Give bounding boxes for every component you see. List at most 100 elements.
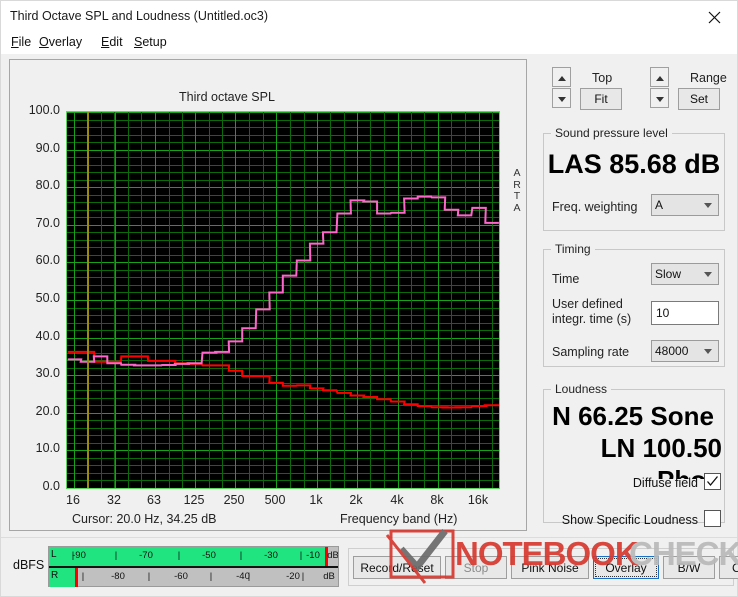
- settings-panel: Top Fit Range Set Sound pressure level L…: [534, 59, 732, 531]
- x-axis-title: Frequency band (Hz): [340, 512, 458, 526]
- meter-tick: -60: [174, 571, 188, 582]
- y-tick-label: 80.0: [35, 178, 60, 192]
- title-bar: Third Octave SPL and Loudness (Untitled.…: [1, 1, 737, 34]
- loudness-phon-value: LN 100.50: [600, 433, 722, 463]
- x-tick-label: 2k: [349, 493, 363, 507]
- toolbar-button-record-reset[interactable]: Record/Reset: [353, 556, 441, 579]
- range-label: Range: [690, 71, 727, 85]
- y-tick-label: 20.0: [35, 404, 60, 418]
- bottom-bar: dBFS L | -90 -70 -50 -30 -10 dB | | | | R -80 -60 -4…: [1, 537, 738, 595]
- series-current-line: [67, 195, 499, 367]
- top-spinner-up[interactable]: [552, 67, 571, 87]
- cursor-readout: Cursor: 20.0 Hz, 34.25 dB: [72, 512, 217, 526]
- meter-tick-sep: |: [114, 550, 118, 561]
- toolbar-button-copy[interactable]: Copy: [719, 556, 738, 579]
- integr-time-label-1: User defined: [552, 297, 623, 311]
- time-combo[interactable]: Slow: [651, 263, 719, 285]
- transport-toolbar: Record/ResetStopPink NoiseOverlayB/WCopy: [348, 548, 738, 586]
- sampling-rate-combo[interactable]: 48000: [651, 340, 719, 362]
- left-channel-label: L: [51, 549, 57, 560]
- time-select[interactable]: Slow: [651, 263, 719, 285]
- spl-plot-area[interactable]: [66, 111, 500, 489]
- chart-title: Third octave SPL: [179, 90, 275, 104]
- spl-value: LAS 85.68 dB: [547, 149, 721, 179]
- top-spinner[interactable]: [552, 67, 571, 109]
- range-spinner[interactable]: [650, 67, 669, 109]
- meter-tick-sep: |: [209, 571, 213, 582]
- meter-tick-sep: |: [147, 571, 151, 582]
- toolbar-button-pink-noise[interactable]: Pink Noise: [511, 556, 589, 579]
- dbfs-label: dBFS: [13, 558, 45, 572]
- meter-tick-sep: |: [177, 550, 181, 561]
- y-tick-label: 10.0: [35, 441, 60, 455]
- menu-item-edit[interactable]: Edit: [101, 35, 123, 49]
- y-tick-label: 0.0: [42, 479, 60, 493]
- loudness-group-title: Loudness: [551, 382, 612, 396]
- series-overlay-line: [67, 350, 499, 409]
- level-meter: L | -90 -70 -50 -30 -10 dB | | | | R -80 -60 -40 -20 d…: [48, 546, 339, 587]
- y-tick-label: 40.0: [35, 329, 60, 343]
- integr-time-input[interactable]: [651, 301, 719, 325]
- spl-group: [543, 133, 725, 231]
- meter-tick-sep: |: [299, 550, 303, 561]
- meter-tick: -90: [72, 550, 86, 561]
- meter-tick-sep: |: [81, 571, 85, 582]
- top-label: Top: [592, 71, 613, 85]
- toolbar-button-b-w[interactable]: B/W: [663, 556, 715, 579]
- x-tick-label: 63: [147, 493, 161, 507]
- menu-item-file[interactable]: File: [11, 35, 31, 49]
- range-spinner-down[interactable]: [650, 88, 669, 108]
- cursor-line: [87, 112, 89, 488]
- range-spinner-up[interactable]: [650, 67, 669, 87]
- level-meter-left: L | -90 -70 -50 -30 -10 dB | | | |: [49, 547, 338, 566]
- x-tick-label: 125: [183, 493, 205, 507]
- x-tick-label: 1k: [309, 493, 323, 507]
- x-tick-label: 16: [66, 493, 80, 507]
- meter-tick-sep: |: [301, 571, 305, 582]
- top-spinner-down[interactable]: [552, 88, 571, 108]
- meter-tick: -30: [264, 550, 278, 561]
- specific-loudness-label: Show Specific Loudness: [561, 513, 698, 527]
- x-tick-label: 4k: [390, 493, 404, 507]
- x-tick-label: 250: [223, 493, 245, 507]
- spl-group-title: Sound pressure level: [551, 126, 672, 140]
- meter-tick: -70: [139, 550, 153, 561]
- y-tick-label: 30.0: [35, 366, 60, 380]
- sampling-rate-label: Sampling rate: [552, 345, 630, 359]
- menu-edit-rest: dit: [109, 35, 123, 49]
- meter-tick: -80: [111, 571, 125, 582]
- y-tick-label: 50.0: [35, 291, 60, 305]
- meter-tick: -50: [202, 550, 216, 561]
- freq-weighting-combo[interactable]: A: [651, 194, 719, 216]
- level-meter-right: R -80 -60 -40 -20 dB | | | | |: [49, 568, 338, 587]
- top-fit-button[interactable]: Fit: [580, 88, 622, 110]
- menu-item-setup[interactable]: Setup: [134, 35, 167, 49]
- diffuse-field-checkbox[interactable]: [704, 473, 721, 490]
- menu-item-overlay[interactable]: Overlay: [39, 35, 82, 49]
- loudness-readout: N 66.25 Sone LN 100.50 Phon: [544, 401, 724, 479]
- meter-tick-sep: |: [247, 571, 251, 582]
- integr-time-label-2: integr. time (s): [552, 312, 632, 326]
- plot-curves: [67, 195, 499, 409]
- freq-weighting-select[interactable]: A: [651, 194, 719, 216]
- range-set-button[interactable]: Set: [678, 88, 720, 110]
- freq-weighting-label: Freq. weighting: [552, 200, 638, 214]
- menu-bar: File Overlay Edit Setup: [1, 32, 737, 54]
- menu-setup-rest: etup: [142, 35, 167, 49]
- specific-loudness-checkbox[interactable]: [704, 510, 721, 527]
- y-tick-label: 70.0: [35, 216, 60, 230]
- meter-tick: dB: [323, 571, 335, 582]
- menu-overlay-rest: verlay: [48, 35, 83, 49]
- arta-watermark: ARTA: [513, 167, 521, 214]
- x-tick-label: 500: [264, 493, 286, 507]
- timing-group-title: Timing: [551, 242, 595, 256]
- sampling-rate-select[interactable]: 48000: [651, 340, 719, 362]
- meter-tick: dB: [327, 550, 338, 561]
- x-tick-label: 32: [107, 493, 121, 507]
- y-tick-label: 60.0: [35, 253, 60, 267]
- right-channel-label: R: [51, 570, 59, 581]
- toolbar-button-overlay[interactable]: Overlay: [593, 556, 659, 579]
- window-title: Third Octave SPL and Loudness (Untitled.…: [10, 9, 269, 23]
- close-icon[interactable]: [692, 1, 737, 32]
- toolbar-button-stop[interactable]: Stop: [445, 556, 507, 579]
